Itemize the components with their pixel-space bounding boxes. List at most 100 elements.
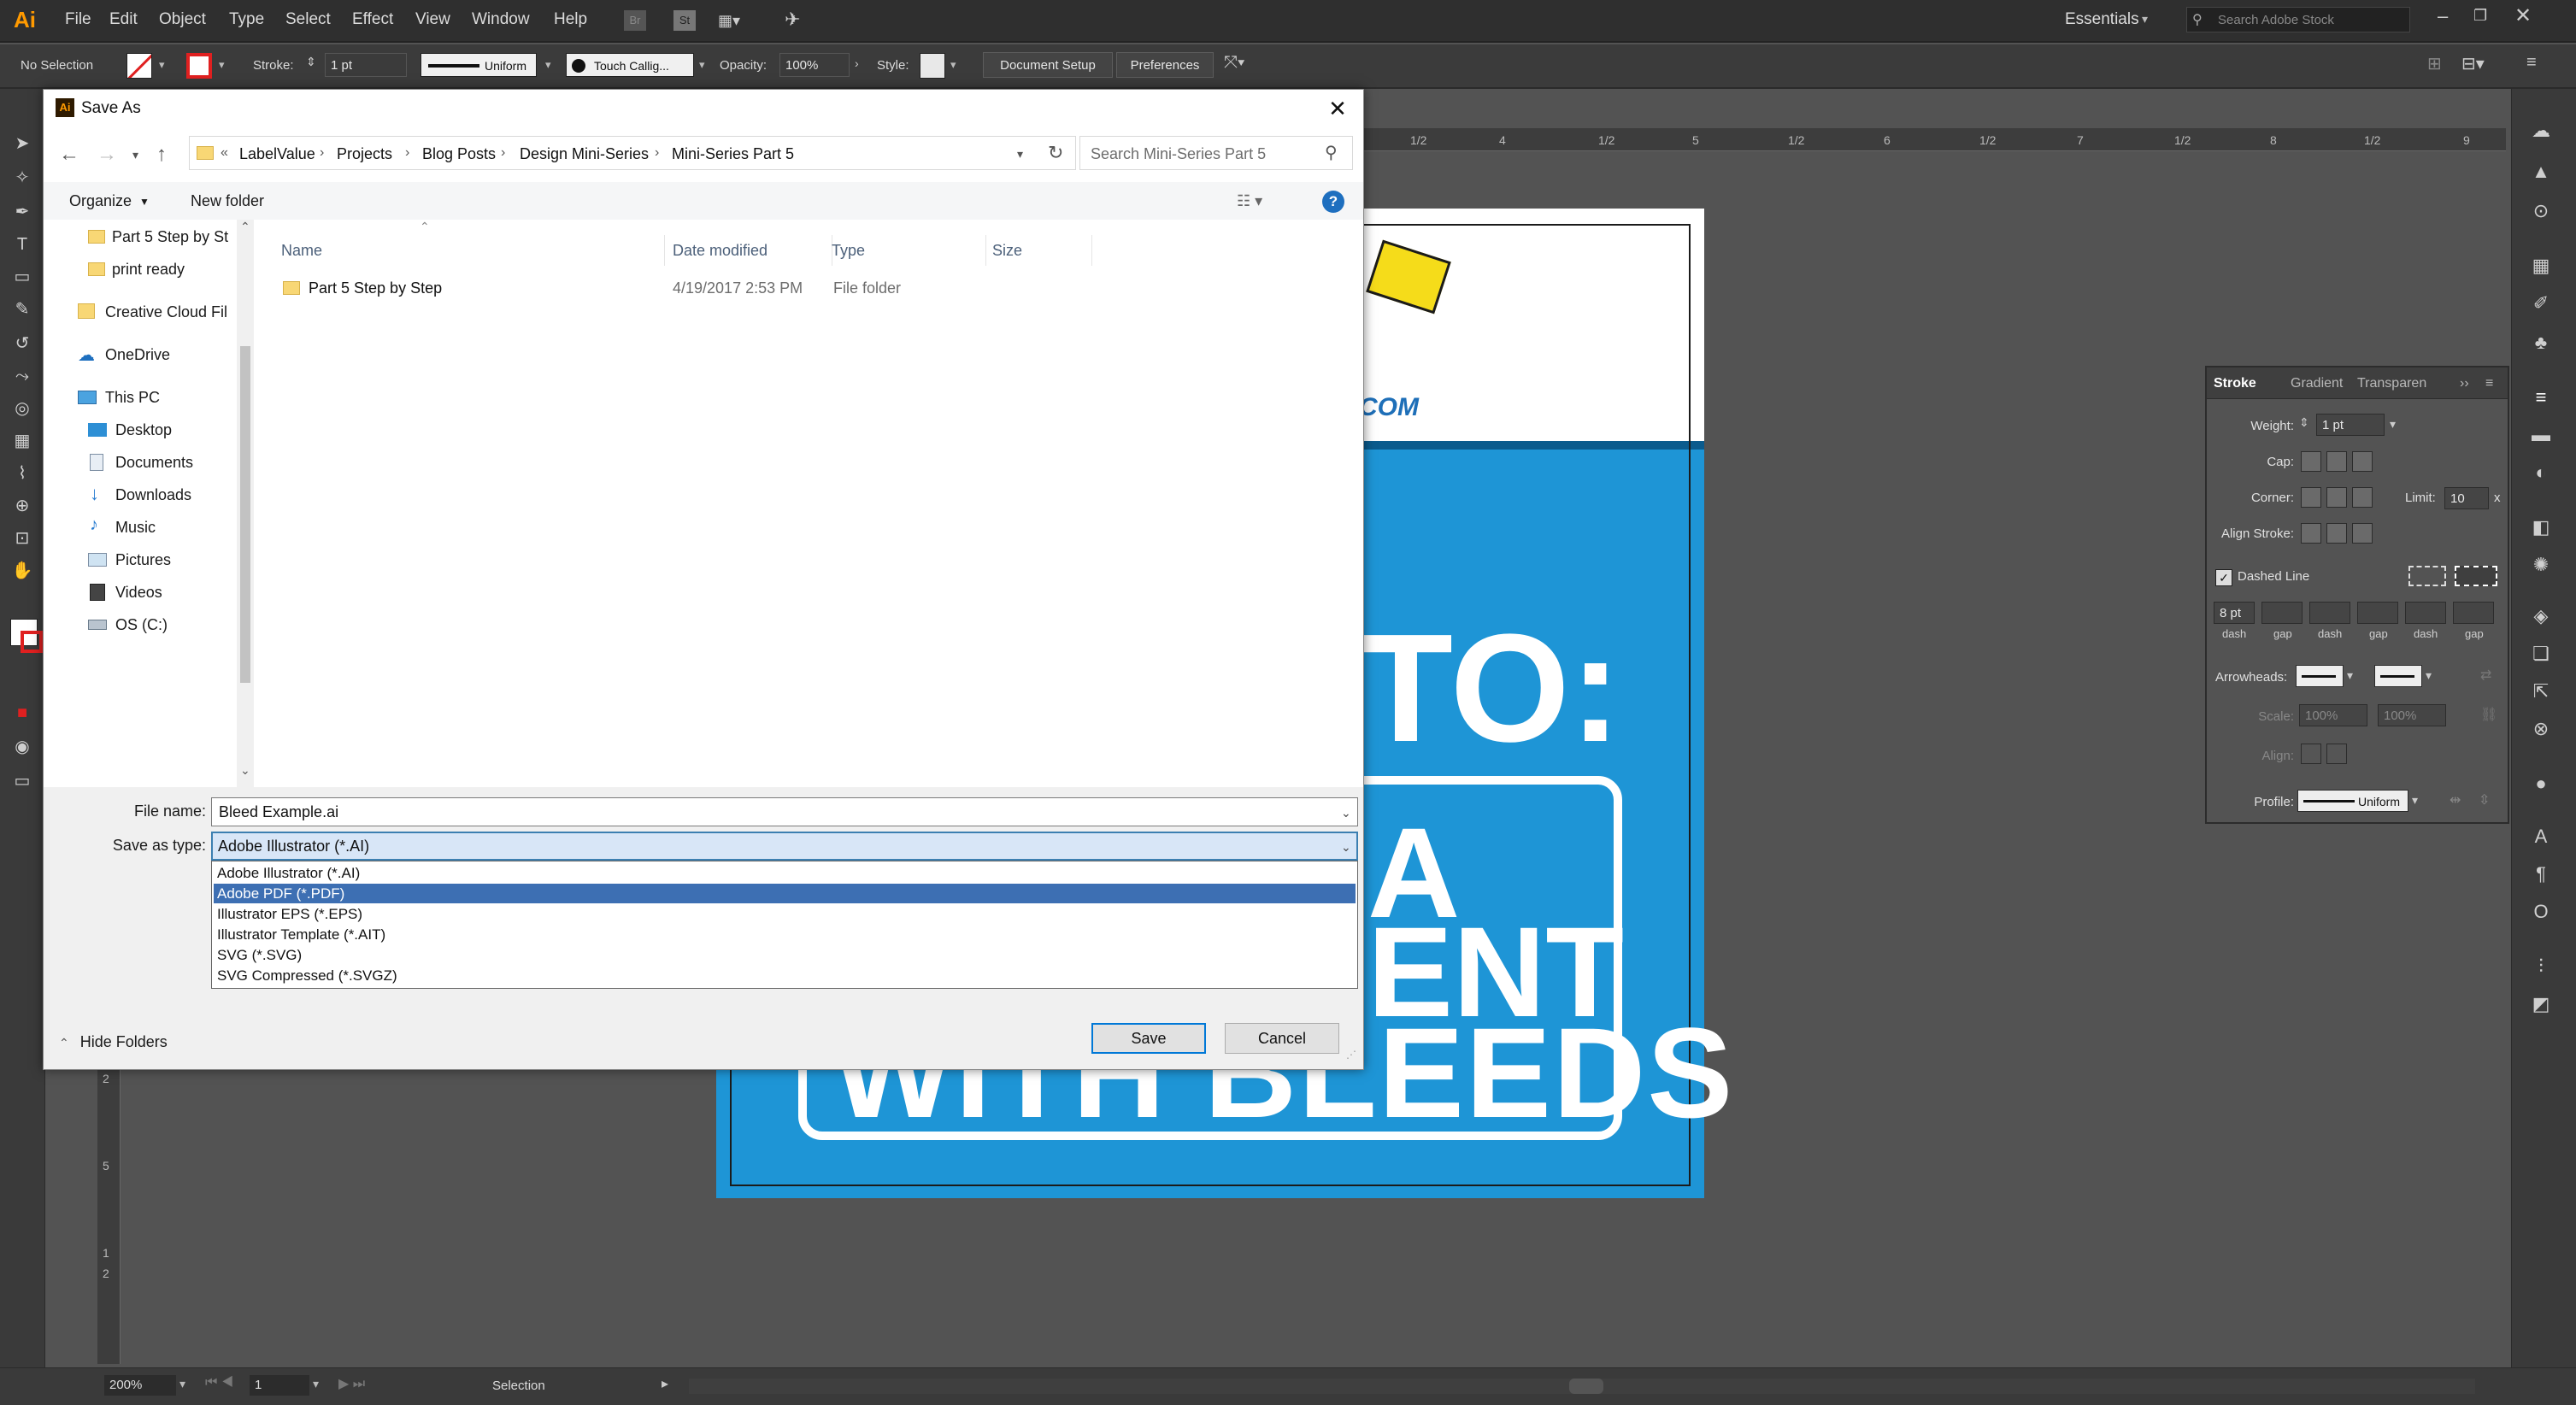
type-option-ai[interactable]: Adobe Illustrator (*.AI) — [214, 863, 1356, 883]
arrange-icon[interactable]: ⤧▾ — [1224, 53, 1244, 73]
end-scale-field[interactable]: 100% — [2378, 704, 2446, 726]
chevron-down-icon[interactable]: ▼ — [139, 196, 150, 208]
limit-field[interactable]: 10 — [2444, 487, 2489, 509]
image-trace-icon[interactable]: ▦ — [2528, 253, 2554, 279]
stepper-icon[interactable]: ⇕ — [2299, 415, 2309, 430]
arrow-extend-icon[interactable] — [2301, 744, 2321, 764]
chevron-down-icon[interactable]: ⌄ — [240, 763, 250, 778]
tab-gradient[interactable]: Gradient — [2291, 376, 2343, 391]
chevron-down-icon[interactable]: ▾ — [950, 58, 956, 72]
organize-button[interactable]: Organize — [69, 192, 132, 210]
transparency-icon[interactable]: ◐ — [2528, 460, 2554, 485]
menu-object[interactable]: Object — [159, 10, 206, 29]
resize-grip-icon[interactable]: ⋰ — [1346, 1049, 1356, 1061]
stroke-color-icon[interactable] — [21, 631, 43, 653]
butt-cap-icon[interactable] — [2301, 451, 2321, 472]
round-cap-icon[interactable] — [2326, 451, 2347, 472]
flip-along-icon[interactable]: ⇹ — [2450, 791, 2461, 808]
swap-arrowheads-icon[interactable]: ⇄ — [2480, 667, 2491, 684]
column-type[interactable]: Type — [832, 242, 865, 260]
flip-across-icon[interactable]: ⇳ — [2479, 791, 2490, 808]
nav-item-this-pc[interactable]: This PC — [78, 385, 240, 409]
gap-field-2[interactable] — [2357, 602, 2398, 624]
align-center-icon[interactable] — [2301, 523, 2321, 544]
nav-item-documents[interactable]: Documents — [88, 450, 242, 474]
mesh-tool-icon[interactable]: ▦ — [10, 429, 34, 453]
status-menu-icon[interactable]: ▸ — [662, 1375, 668, 1392]
artboard-number-field[interactable]: 1 — [250, 1375, 309, 1396]
view-options-icon[interactable]: ☷ ▾ — [1237, 192, 1262, 210]
tab-stroke[interactable]: Stroke — [2214, 376, 2256, 391]
preserve-dashes-icon[interactable] — [2408, 566, 2446, 586]
document-setup-button[interactable]: Document Setup — [983, 52, 1113, 78]
link-scale-icon[interactable]: ⛓ — [2480, 706, 2497, 723]
dash-field-1[interactable]: 8 pt — [2214, 602, 2255, 624]
gpu-performance-icon[interactable]: ✈ — [785, 9, 809, 31]
file-row[interactable]: Part 5 Step by Step 4/19/2017 2:53 PM Fi… — [254, 273, 1362, 302]
stock-icon[interactable]: St — [673, 10, 696, 31]
brush-definition[interactable]: Touch Callig... — [566, 53, 694, 77]
column-divider[interactable] — [985, 235, 986, 266]
start-scale-field[interactable]: 100% — [2299, 704, 2367, 726]
save-as-type-select[interactable]: Adobe Illustrator (*.AI) — [211, 832, 1358, 861]
last-artboard-icon[interactable]: ▶ ⏭ — [338, 1375, 365, 1392]
end-arrowhead-select[interactable] — [2374, 665, 2422, 687]
shape-builder-tool-icon[interactable]: ◎ — [10, 397, 34, 420]
type-option-svgz[interactable]: SVG Compressed (*.SVGZ) — [214, 966, 1356, 985]
first-artboard-icon[interactable]: ⏮ ◀ — [205, 1375, 233, 1390]
scrollbar-thumb[interactable] — [1569, 1379, 1603, 1394]
type-option-ait[interactable]: Illustrator Template (*.AIT) — [214, 925, 1356, 944]
chevron-down-icon[interactable]: ⌄ — [1341, 840, 1351, 855]
column-divider[interactable] — [664, 235, 665, 266]
miter-join-icon[interactable] — [2301, 487, 2321, 508]
zoom-field[interactable]: 200% — [104, 1375, 176, 1396]
dialog-search-input[interactable]: Search Mini-Series Part 5 ⚲ — [1079, 136, 1353, 170]
artboard-tool-icon[interactable]: ⊡ — [10, 526, 34, 550]
align-outside-icon[interactable] — [2352, 523, 2373, 544]
artboards-icon[interactable]: ❏ — [2528, 641, 2554, 667]
chevron-down-icon[interactable]: ▾ — [2347, 668, 2353, 683]
chevron-down-icon[interactable]: ▾ — [2426, 668, 2432, 683]
chevron-up-icon[interactable]: ⌃ — [240, 220, 250, 234]
variable-width-profile[interactable]: Uniform — [421, 53, 537, 77]
chevron-down-icon[interactable]: ▾ — [2390, 417, 2396, 432]
bevel-join-icon[interactable] — [2352, 487, 2373, 508]
graphic-styles-icon[interactable]: ✺ — [2528, 552, 2554, 578]
back-arrow-icon[interactable]: ← — [59, 143, 79, 167]
chevron-down-icon[interactable]: ▾ — [179, 1377, 185, 1391]
breadcrumb-blog-posts[interactable]: Blog Posts — [422, 145, 496, 163]
stroke-weight-field[interactable]: 1 pt — [325, 53, 407, 77]
chevron-down-icon[interactable]: ⌄ — [1341, 806, 1351, 820]
chevron-down-icon[interactable]: ▾ — [313, 1377, 319, 1391]
stepper-icon[interactable]: ⇕ — [306, 55, 316, 69]
opacity-field[interactable]: 100% — [779, 53, 850, 77]
brushes-icon[interactable]: ✐ — [2528, 291, 2554, 316]
tab-transparency[interactable]: Transparen — [2357, 376, 2426, 391]
save-button[interactable]: Save — [1091, 1023, 1206, 1054]
panel-menu-icon[interactable]: ≡ — [2526, 53, 2537, 73]
nav-item-print-ready[interactable]: print ready — [88, 257, 242, 281]
arrow-place-icon[interactable] — [2326, 744, 2347, 764]
breadcrumb-separator[interactable]: › — [655, 145, 659, 161]
bridge-icon[interactable]: Br — [624, 10, 646, 31]
stock-search-input[interactable]: ⚲ Search Adobe Stock — [2186, 7, 2410, 32]
breadcrumb-labelvalue[interactable]: LabelValue — [239, 145, 315, 163]
dash-field-3[interactable] — [2405, 602, 2446, 624]
rectangle-tool-icon[interactable]: ▭ — [10, 265, 34, 289]
up-arrow-icon[interactable]: ↑ — [156, 143, 167, 167]
weight-field[interactable]: 1 pt — [2316, 414, 2385, 436]
character-icon[interactable]: A — [2528, 824, 2554, 849]
symbols-icon[interactable]: ♣ — [2528, 330, 2554, 356]
close-icon[interactable]: ✕ — [1322, 93, 1353, 124]
hand-tool-icon[interactable]: ✋ — [10, 559, 34, 583]
menu-edit[interactable]: Edit — [109, 10, 138, 29]
column-name[interactable]: Name — [281, 242, 322, 260]
preferences-button[interactable]: Preferences — [1116, 52, 1214, 78]
chevron-down-icon[interactable]: ▾ — [159, 58, 165, 72]
panel-menu-icon[interactable]: ≡ — [2485, 376, 2493, 391]
scrollbar-thumb[interactable] — [240, 346, 250, 683]
menu-effect[interactable]: Effect — [352, 10, 393, 29]
pathfinder-icon[interactable]: ◩ — [2528, 991, 2554, 1017]
cancel-button[interactable]: Cancel — [1225, 1023, 1339, 1054]
graphic-style-swatch[interactable] — [920, 53, 945, 79]
